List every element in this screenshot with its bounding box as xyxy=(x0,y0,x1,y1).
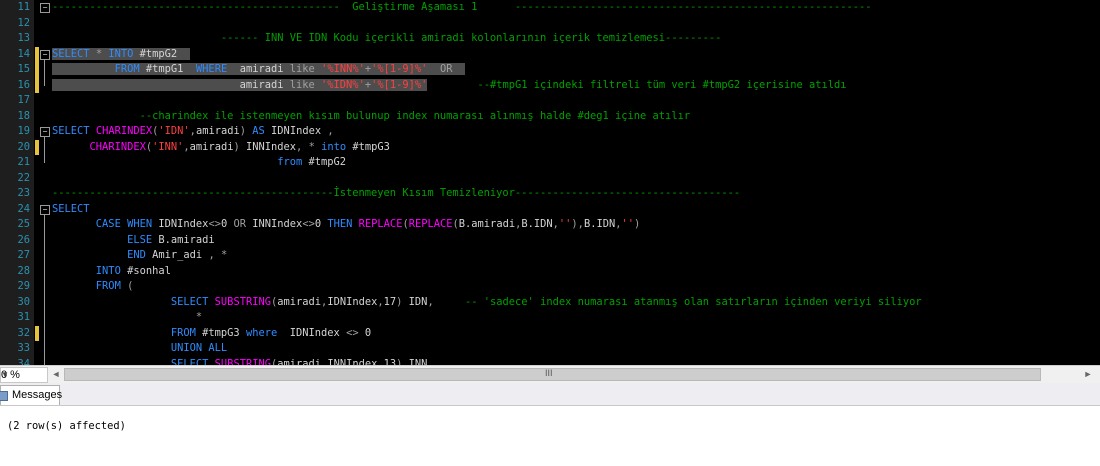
line-number: 26 xyxy=(17,233,30,246)
code-line[interactable]: 20 CHARINDEX('INN',amiradi) INNIndex, * … xyxy=(0,139,1100,155)
sql-editor[interactable]: 11− -------------------------------------… xyxy=(0,0,1100,365)
code-text: * xyxy=(195,311,203,323)
results-tabs: Messages xyxy=(0,383,1100,406)
code-text: ----------------------------------------… xyxy=(52,187,741,199)
unsaved-change-marker xyxy=(35,62,39,78)
code-line[interactable]: 16 amiradi like '%IDN%'+'%[1-9]%' --#tmp… xyxy=(0,77,1100,94)
code-line[interactable]: 18 --charindex ile istenmeyen kısım bulu… xyxy=(0,109,1100,125)
messages-icon xyxy=(0,391,8,401)
code-line[interactable]: 31 * xyxy=(0,310,1100,326)
line-number: 21 xyxy=(17,156,30,168)
line-number: 27 xyxy=(17,249,30,261)
code-text: FROM #tmpG3 where IDNIndex <> 0 xyxy=(170,326,372,339)
code-line[interactable]: 26 ELSE B.amiradi xyxy=(0,233,1100,249)
code-text: ------ INN VE IDN Kodu içerikli amiradi … xyxy=(52,32,722,44)
line-number: 13 xyxy=(17,32,30,44)
unsaved-change-marker xyxy=(35,77,39,93)
line-number: 19 xyxy=(17,125,30,137)
scroll-thumb-grip: III xyxy=(545,368,553,378)
code-text: UNION ALL xyxy=(170,342,228,354)
code-text: END Amir_adi , * xyxy=(127,249,228,261)
code-text: amiradi like '%IDN%'+'%[1-9]%' --#tmpG1 … xyxy=(52,78,847,94)
code-text: FROM ( xyxy=(95,280,134,292)
code-line[interactable]: 11− -------------------------------------… xyxy=(0,0,1100,16)
line-number: 23 xyxy=(17,187,30,199)
line-number: 34 xyxy=(17,357,30,366)
code-text: SELECT SUBSTRING(amiradi,INNIndex,13) IN… xyxy=(170,357,434,366)
line-number: 16 xyxy=(17,78,30,91)
horizontal-scrollbar-thumb[interactable]: III xyxy=(64,368,1041,381)
editor-status-bar: 0 % ▼ ◄ III ► xyxy=(0,365,1100,383)
code-line[interactable]: 30 SELECT SUBSTRING(amiradi,IDNIndex,17)… xyxy=(0,295,1100,311)
code-text: SELECT CHARINDEX('IDN',amiradi) AS IDNIn… xyxy=(52,125,334,137)
code-text: ELSE B.amiradi xyxy=(127,233,215,246)
collapse-region-icon[interactable]: − xyxy=(40,127,50,137)
code-line[interactable]: 23 --------------------------------------… xyxy=(0,186,1100,202)
line-number: 24 xyxy=(17,202,30,215)
line-number: 29 xyxy=(17,280,30,292)
line-number: 14 xyxy=(17,47,30,60)
line-number: 33 xyxy=(17,342,30,354)
line-number: 31 xyxy=(17,311,30,323)
code-text: --charindex ile istenmeyen kısım bulunup… xyxy=(52,109,691,122)
code-line[interactable]: 22 xyxy=(0,171,1100,187)
code-text: from #tmpG2 xyxy=(277,156,347,168)
scroll-left-icon[interactable]: ◄ xyxy=(50,368,62,380)
code-text: FROM #tmpG1 WHERE amiradi like '%INN%'+'… xyxy=(52,62,465,78)
collapse-region-icon[interactable]: − xyxy=(40,3,50,13)
code-line[interactable]: 34 SELECT SUBSTRING(amiradi,INNIndex,13)… xyxy=(0,357,1100,366)
code-line[interactable]: 15 FROM #tmpG1 WHERE amiradi like '%INN%… xyxy=(0,62,1100,78)
code-text: SELECT xyxy=(52,202,90,215)
line-number: 15 xyxy=(17,63,30,75)
line-number: 32 xyxy=(17,326,30,339)
code-text: SELECT SUBSTRING(amiradi,IDNIndex,17) ID… xyxy=(170,295,922,308)
code-text: CHARINDEX('INN',amiradi) INNIndex, * int… xyxy=(89,140,390,153)
tab-messages-label: Messages xyxy=(12,389,63,401)
code-text: SELECT * INTO #tmpG2 xyxy=(52,47,190,63)
tab-messages[interactable]: Messages xyxy=(0,385,63,405)
code-text: CASE WHEN IDNIndex<>0 OR INNIndex<>0 THE… xyxy=(95,218,641,230)
collapse-region-icon[interactable]: − xyxy=(40,49,50,60)
code-line[interactable]: 32 FROM #tmpG3 where IDNIndex <> 0 xyxy=(0,325,1100,341)
unsaved-change-marker xyxy=(35,325,39,341)
collapse-region-icon[interactable]: − xyxy=(40,204,50,215)
code-line[interactable]: 25 CASE WHEN IDNIndex<>0 OR INNIndex<>0 … xyxy=(0,217,1100,233)
line-number: 22 xyxy=(17,171,30,184)
code-line[interactable]: 28 INTO #sonhal xyxy=(0,264,1100,280)
line-number: 28 xyxy=(17,264,30,277)
fold-guide-line xyxy=(44,137,45,163)
line-number: 20 xyxy=(17,140,30,153)
code-line[interactable]: 19− SELECT CHARINDEX('IDN',amiradi) AS ID… xyxy=(0,124,1100,140)
code-text: ----------------------------------------… xyxy=(52,1,872,13)
zoom-dropdown[interactable]: 0 % ▼ xyxy=(0,367,48,383)
line-number: 25 xyxy=(17,218,30,230)
code-line[interactable]: 12 xyxy=(0,16,1100,32)
line-number: 30 xyxy=(17,295,30,308)
code-text: INTO #sonhal xyxy=(95,264,171,277)
line-number: 17 xyxy=(17,94,30,106)
line-number: 18 xyxy=(17,109,30,122)
fold-guide-line xyxy=(44,214,45,365)
code-line[interactable]: 13 ------ INN VE IDN Kodu içerikli amira… xyxy=(0,31,1100,47)
code-line[interactable]: 27 END Amir_adi , * xyxy=(0,248,1100,264)
code-line[interactable]: 14− SELECT * INTO #tmpG2 xyxy=(0,46,1100,63)
unsaved-change-marker xyxy=(35,139,39,155)
code-line[interactable]: 21 from #tmpG2 xyxy=(0,155,1100,171)
unsaved-change-marker xyxy=(35,46,39,62)
line-number: 12 xyxy=(17,16,30,29)
code-line[interactable]: 29 FROM ( xyxy=(0,279,1100,295)
fold-guide-line xyxy=(44,59,45,86)
messages-output: (2 row(s) affected) xyxy=(7,420,126,432)
code-line[interactable]: 24− SELECT xyxy=(0,202,1100,218)
code-line[interactable]: 17 xyxy=(0,93,1100,109)
chevron-down-icon: ▼ xyxy=(1,370,9,379)
scroll-right-icon[interactable]: ► xyxy=(1082,368,1094,380)
line-number: 11 xyxy=(17,1,30,13)
code-line[interactable]: 33 UNION ALL xyxy=(0,341,1100,357)
